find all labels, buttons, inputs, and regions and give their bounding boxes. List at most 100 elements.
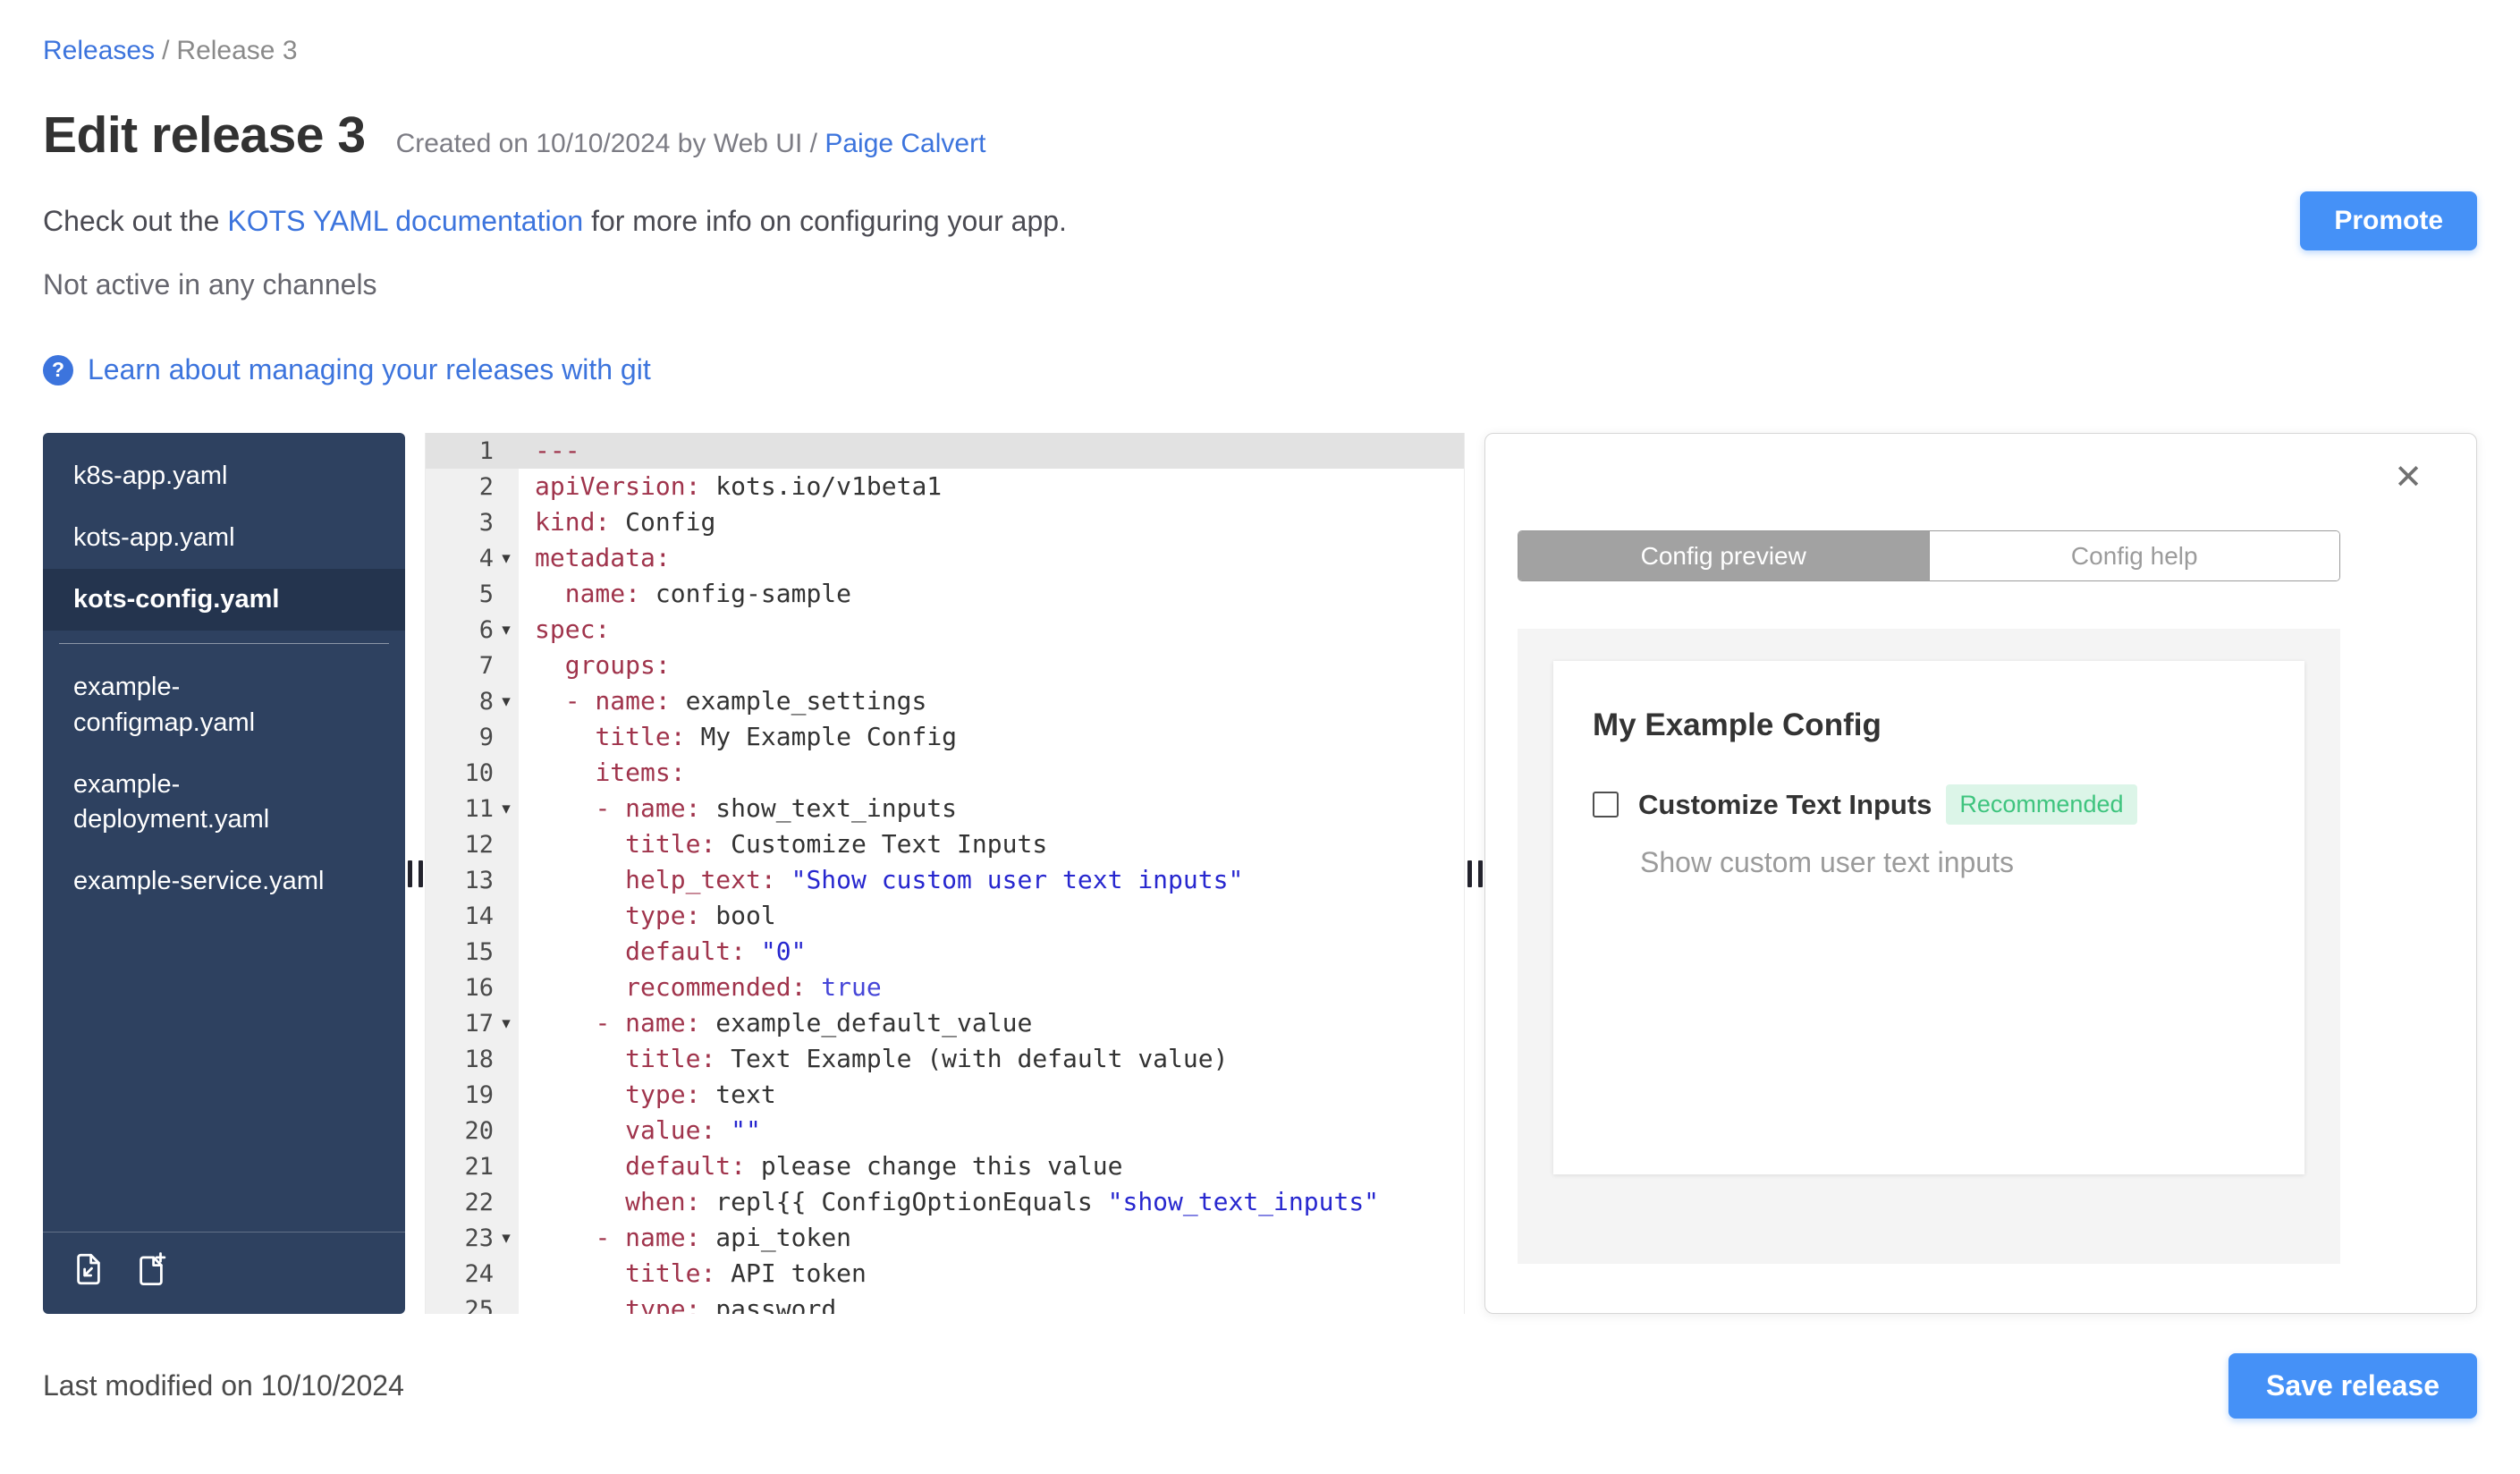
file-item[interactable]: kots-app.yaml (43, 507, 405, 569)
title-row: Edit release 3 Created on 10/10/2024 by … (43, 106, 2477, 165)
kots-docs-link[interactable]: KOTS YAML documentation (227, 205, 583, 237)
code-line[interactable]: 12 title: Customize Text Inputs (426, 826, 1464, 862)
code-line[interactable]: 10 items: (426, 755, 1464, 791)
tab-config-preview[interactable]: Config preview (1518, 531, 1929, 580)
line-gutter: 2 (426, 469, 519, 504)
line-gutter: 16 (426, 970, 519, 1005)
line-gutter: 20 (426, 1113, 519, 1148)
breadcrumb-releases-link[interactable]: Releases (43, 36, 155, 65)
code-line[interactable]: 16 recommended: true (426, 970, 1464, 1005)
yaml-code-editor[interactable]: 1 --- 2 apiVersion: kots.io/v1beta1 3 kind: C… (425, 433, 1465, 1314)
resize-handle[interactable] (1467, 860, 1483, 887)
code-line[interactable]: 21 default: please change this value (426, 1148, 1464, 1184)
code-text: --- (535, 436, 580, 465)
config-item-help-text: Show custom user text inputs (1640, 846, 2014, 878)
fold-arrow-icon[interactable]: ▾ (494, 548, 519, 568)
line-gutter: 11 ▾ (426, 791, 519, 826)
line-gutter: 9 (426, 719, 519, 755)
code-text: help_text: "Show custom user text inputs… (625, 865, 1244, 894)
file-list-divider (59, 643, 389, 645)
upload-file-icon[interactable] (70, 1250, 107, 1292)
fold-arrow-icon[interactable]: ▾ (494, 1228, 519, 1248)
code-text: groups: (564, 650, 671, 680)
save-release-button[interactable]: Save release (2228, 1353, 2477, 1419)
config-item-row: Customize Text Inputs Recommended (1593, 784, 2265, 825)
code-line[interactable]: 18 title: Text Example (with default val… (426, 1041, 1464, 1077)
code-line[interactable]: 15 default: "0" (426, 934, 1464, 970)
footer: Last modified on 10/10/2024 Save release (43, 1353, 2477, 1419)
git-help-row: ? Learn about managing your releases wit… (43, 353, 2477, 386)
code-line[interactable]: 7 groups: (426, 648, 1464, 683)
line-number: 19 (464, 1080, 494, 1109)
line-gutter: 17 ▾ (426, 1005, 519, 1041)
code-line[interactable]: 20 value: "" (426, 1113, 1464, 1148)
code-line[interactable]: 8 ▾ - name: example_settings (426, 683, 1464, 719)
line-gutter: 15 (426, 934, 519, 970)
code-text: - name: example_default_value (595, 1008, 1033, 1038)
code-line[interactable]: 24 title: API token (426, 1256, 1464, 1292)
git-releases-link[interactable]: Learn about managing your releases with … (88, 353, 651, 386)
tab-config-help[interactable]: Config help (1928, 531, 2339, 580)
line-gutter: 3 (426, 504, 519, 540)
file-item[interactable]: kots-config.yaml (43, 569, 405, 631)
file-item[interactable]: k8s-app.yaml (43, 445, 405, 507)
created-text: Created on 10/10/2024 by Web UI / (395, 129, 825, 158)
resize-handle[interactable] (407, 860, 423, 887)
config-item-label[interactable]: Customize Text Inputs (1638, 789, 1932, 821)
line-number: 15 (464, 937, 494, 966)
line-gutter: 13 (426, 862, 519, 898)
author-link[interactable]: Paige Calvert (824, 129, 985, 158)
code-line[interactable]: 5 name: config-sample (426, 576, 1464, 612)
code-line[interactable]: 19 type: text (426, 1077, 1464, 1113)
add-file-icon[interactable] (132, 1250, 170, 1292)
code-text: - name: api_token (595, 1223, 852, 1252)
created-info: Created on 10/10/2024 by Web UI / Paige … (396, 129, 986, 159)
code-line[interactable]: 13 help_text: "Show custom user text inp… (426, 862, 1464, 898)
config-preview-panel: ✕ Config preview Config help My Example … (1484, 433, 2477, 1314)
line-number: 13 (464, 866, 494, 894)
code-line[interactable]: 22 when: repl{{ ConfigOptionEquals "show… (426, 1184, 1464, 1220)
customize-text-inputs-checkbox[interactable] (1593, 792, 1619, 817)
file-item[interactable]: example-service.yaml (43, 851, 405, 912)
recommended-badge: Recommended (1946, 784, 2137, 825)
fold-arrow-icon[interactable]: ▾ (494, 799, 519, 818)
line-number: 24 (464, 1259, 494, 1288)
code-text: value: "" (625, 1115, 761, 1145)
code-line[interactable]: 6 ▾ spec: (426, 612, 1464, 648)
docs-sentence-post: for more info on configuring your app. (583, 204, 1067, 237)
config-group-title: My Example Config (1593, 707, 1882, 742)
code-line[interactable]: 11 ▾ - name: show_text_inputs (426, 791, 1464, 826)
code-text: title: My Example Config (595, 722, 958, 751)
line-number: 6 (478, 615, 494, 644)
promote-button[interactable]: Promote (2300, 191, 2477, 250)
breadcrumb-current: Release 3 (176, 36, 298, 65)
code-line[interactable]: 3 kind: Config (426, 504, 1464, 540)
code-text: type: text (625, 1080, 776, 1109)
breadcrumb-separator: / (162, 36, 170, 65)
code-line[interactable]: 9 title: My Example Config (426, 719, 1464, 755)
code-line[interactable]: 17 ▾ - name: example_default_value (426, 1005, 1464, 1041)
code-line[interactable]: 23 ▾ - name: api_token (426, 1220, 1464, 1256)
code-line[interactable]: 2 apiVersion: kots.io/v1beta1 (426, 469, 1464, 504)
line-gutter: 10 (426, 755, 519, 791)
code-line[interactable]: 25 type: password (426, 1292, 1464, 1314)
preview-resize-strip (1465, 433, 1484, 1314)
line-number: 17 (464, 1009, 494, 1038)
sidebar-resize-strip (405, 433, 425, 1314)
file-item[interactable]: example-configmap.yaml (43, 657, 405, 753)
line-number: 16 (464, 973, 494, 1002)
close-icon[interactable]: ✕ (2390, 457, 2426, 498)
fold-arrow-icon[interactable]: ▾ (494, 620, 519, 640)
line-gutter: 6 ▾ (426, 612, 519, 648)
line-number: 21 (464, 1152, 494, 1181)
code-line[interactable]: 14 type: bool (426, 898, 1464, 934)
fold-arrow-icon[interactable]: ▾ (494, 691, 519, 711)
docs-sentence: Check out the KOTS YAML documentation fo… (43, 205, 1067, 238)
line-number: 7 (478, 651, 494, 680)
code-line[interactable]: 1 --- (426, 433, 1464, 469)
fold-arrow-icon[interactable]: ▾ (494, 1013, 519, 1033)
code-line[interactable]: 4 ▾ metadata: (426, 540, 1464, 576)
line-number: 9 (478, 723, 494, 751)
line-number: 8 (478, 687, 494, 716)
file-item[interactable]: example-deployment.yaml (43, 754, 405, 851)
